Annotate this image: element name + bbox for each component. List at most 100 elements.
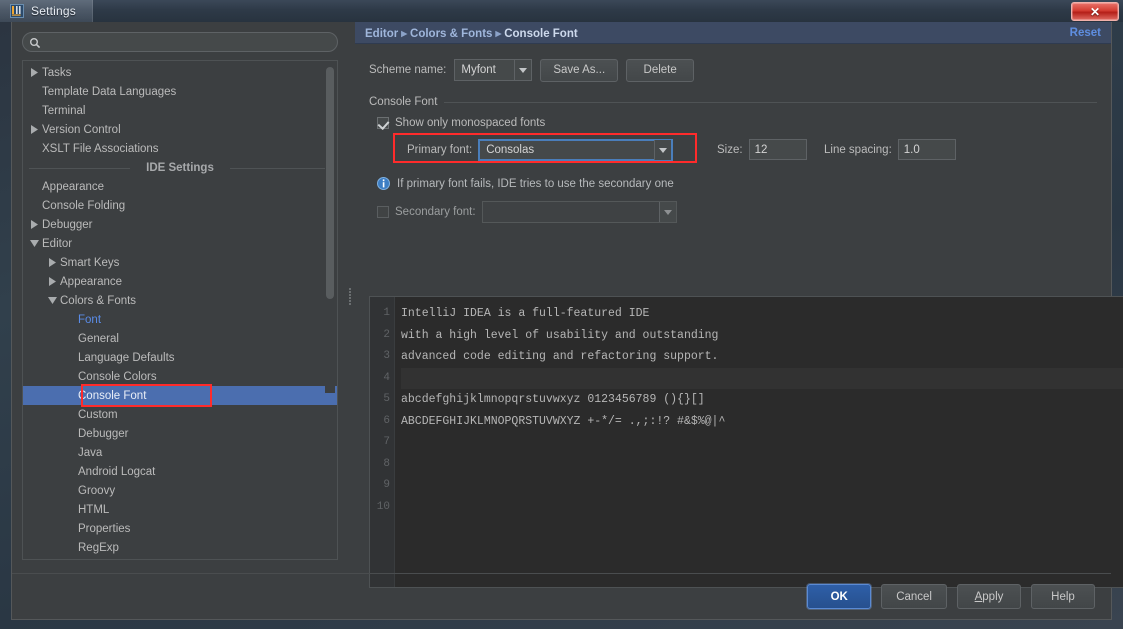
intellij-idea-icon [10,4,24,18]
chevron-down-icon[interactable] [658,202,676,222]
editor-gutter: 1 2 3 4 5 6 7 8 9 10 [370,297,395,587]
secondary-font-label: Secondary font: [395,206,476,218]
chevron-down-icon[interactable] [514,60,532,80]
sidebar-item-label: Debugger [42,218,93,231]
settings-sidebar: Tasks Template Data Languages Terminal Vers… [12,22,346,574]
preview-code-line [401,367,1123,389]
pane-splitter[interactable] [346,22,355,574]
settings-tree[interactable]: Tasks Template Data Languages Terminal Vers… [22,60,338,560]
sidebar-item-java[interactable]: Java [23,443,337,462]
secondary-font-combo[interactable] [481,201,677,223]
breadcrumb-separator: ▸ [401,27,408,40]
chevron-down-icon[interactable] [27,240,41,247]
sidebar-item-regexp[interactable]: RegExp [23,538,337,557]
sidebar-item-label: RegExp [78,541,119,554]
save-as-button[interactable]: Save As... [540,58,619,82]
breadcrumb: Editor ▸ Colors & Fonts ▸ Console Font [365,26,578,40]
monospaced-row[interactable]: Show only monospaced fonts [369,117,1097,129]
search-input[interactable] [41,36,337,48]
sidebar-item-colors-fonts[interactable]: Colors & Fonts [23,291,337,310]
sidebar-item-groovy[interactable]: Groovy [23,481,337,500]
group-header: Console Font [369,96,1097,108]
primary-font-value: Consolas [486,144,535,156]
reset-link[interactable]: Reset [1070,27,1101,39]
font-size-label: Size: [717,143,743,156]
sidebar-item-label: Custom [78,408,118,421]
line-spacing-row: Line spacing: 1.0 [824,139,956,160]
delete-scheme-button[interactable]: Delete [626,58,695,82]
line-spacing-input[interactable]: 1.0 [897,139,956,160]
sidebar-item-android-logcat[interactable]: Android Logcat [23,462,337,481]
close-button[interactable]: ✕ [1071,2,1119,21]
sidebar-item-html[interactable]: HTML [23,500,337,519]
line-number: 5 [383,393,390,405]
font-size-input[interactable]: 12 [748,139,807,160]
chevron-right-icon[interactable] [27,125,41,134]
scheme-name-value: Myfont [461,64,496,76]
sidebar-scrollbar-thumb[interactable] [326,67,334,299]
editor-code-area[interactable]: IntelliJ IDEA is a full-featured IDE with… [395,297,1123,587]
sidebar-item-label: General [78,332,119,345]
help-button[interactable]: Help [1031,584,1095,609]
breadcrumb-part-0[interactable]: Editor [365,28,398,40]
console-font-group: Console Font Show only monospaced fonts … [369,96,1097,223]
sidebar-item-label: Terminal [42,104,86,117]
sidebar-item-label: XSLT File Associations [42,142,159,155]
secondary-font-row: Secondary font: [369,201,1097,223]
line-number: 6 [383,414,390,427]
sidebar-item-label: Template Data Languages [42,85,177,98]
chevron-down-icon[interactable] [45,297,59,304]
chevron-right-icon[interactable] [45,277,59,286]
sidebar-item-tasks[interactable]: Tasks [23,63,337,82]
font-preview-editor[interactable]: 1 2 3 4 5 6 7 8 9 10 IntelliJ IDEA is a full-feat… [369,296,1123,588]
monospaced-checkbox[interactable] [377,117,389,129]
preview-code-line: abcdefghijklmnopqrstuvwxyz 0123456789 ()… [401,393,705,406]
sidebar-item-template-data-languages[interactable]: Template Data Languages [23,82,337,101]
breadcrumb-part-2: Console Font [504,27,578,40]
sidebar-item-console-folding[interactable]: Console Folding [23,196,337,215]
secondary-font-checkbox[interactable] [377,206,389,218]
sidebar-item-terminal[interactable]: Terminal [23,101,337,120]
chevron-right-icon[interactable] [45,258,59,267]
sidebar-item-general[interactable]: General [23,329,337,348]
sidebar-item-xslt-file-associations[interactable]: XSLT File Associations [23,139,337,158]
cancel-button[interactable]: Cancel [881,584,947,609]
preview-code-line: ABCDEFGHIJKLMNOPQRSTUVWXYZ +-*/= .,;:!? … [401,414,726,428]
chevron-down-icon[interactable] [654,140,672,160]
sidebar-item-console-font[interactable]: Console Font [23,384,337,407]
sidebar-item-console-colors[interactable]: Console Colors [23,367,337,386]
line-number: 8 [383,457,390,470]
sidebar-item-label: Smart Keys [60,256,120,269]
window-titlebar: Settings ✕ [0,0,1123,22]
apply-button[interactable]: Apply [957,584,1021,609]
chevron-right-icon[interactable] [27,220,41,229]
sidebar-item-version-control[interactable]: Version Control [23,120,337,139]
info-icon [377,177,390,190]
scheme-name-combo[interactable]: Myfont [454,59,533,81]
tree-section-label: IDE Settings [23,158,337,177]
dialog-content: Tasks Template Data Languages Terminal Vers… [12,22,1123,588]
sidebar-item-smart-keys[interactable]: Smart Keys [23,253,337,272]
group-divider [444,101,1097,103]
sidebar-item-label: Android Logcat [78,465,156,478]
settings-window: Settings ✕ Tasks Template Data Languages… [0,0,1123,629]
sidebar-item-label: Colors & Fonts [60,294,137,307]
sidebar-item-properties[interactable]: Properties [23,519,337,538]
breadcrumb-bar: Editor ▸ Colors & Fonts ▸ Console Font Reset [355,22,1111,44]
primary-font-label: Primary font: [407,144,473,156]
sidebar-item-language-defaults[interactable]: Language Defaults [23,348,337,367]
sidebar-item-editor[interactable]: Editor [23,234,337,253]
breadcrumb-part-1[interactable]: Colors & Fonts [410,28,492,40]
sidebar-item-debugger[interactable]: Debugger [23,215,337,234]
sidebar-item-font[interactable]: Font [23,310,337,329]
sidebar-item-debugger[interactable]: Debugger [23,424,337,443]
primary-font-block: Primary font: Consolas Size: 12 Line spa… [369,133,1097,165]
ok-button[interactable]: OK [807,584,872,609]
sidebar-item-appearance[interactable]: Appearance [23,272,337,291]
sidebar-item-custom[interactable]: Custom [23,405,337,424]
sidebar-item-appearance[interactable]: Appearance [23,177,337,196]
primary-font-combo[interactable]: Consolas [478,139,674,161]
sidebar-scrollbar[interactable] [325,67,335,393]
chevron-right-icon[interactable] [27,68,41,77]
search-field[interactable] [22,32,338,52]
